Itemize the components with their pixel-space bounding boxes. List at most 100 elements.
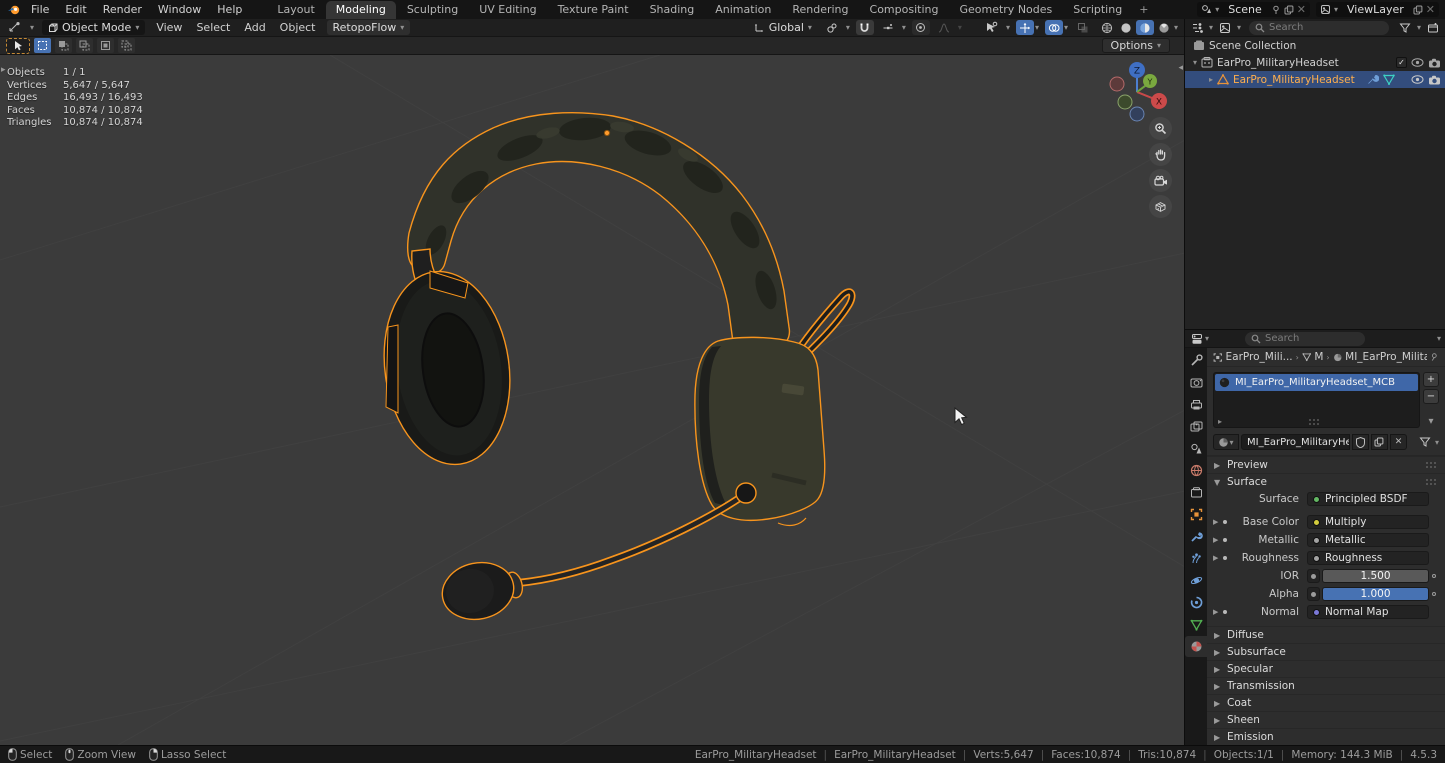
animate-decorator[interactable]	[1432, 592, 1436, 596]
tab-view-layer[interactable]	[1185, 416, 1207, 437]
pin-icon[interactable]	[1271, 5, 1281, 15]
overlays-toggle[interactable]	[1045, 20, 1063, 35]
hide-eye-icon[interactable]	[1411, 58, 1424, 67]
tab-object[interactable]	[1185, 504, 1207, 525]
toolbar-expand-arrow[interactable]: ▸	[1, 65, 6, 75]
disable-render-camera-icon[interactable]	[1428, 58, 1441, 68]
outliner-search[interactable]	[1249, 21, 1389, 35]
alpha-slider[interactable]: 1.000	[1322, 587, 1429, 601]
properties-search[interactable]	[1245, 332, 1365, 346]
tool-options-dropdown[interactable]: Options ▾	[1102, 38, 1170, 53]
display-mode-dropdown[interactable]	[1217, 20, 1233, 36]
slot-specials-dropdown[interactable]: ▾	[1423, 414, 1439, 429]
panel-transmission[interactable]: ▶Transmission	[1207, 677, 1445, 694]
panel-surface[interactable]: ▼ Surface	[1207, 473, 1445, 490]
tab-scene[interactable]	[1185, 438, 1207, 459]
snap-magnet-toggle[interactable]	[856, 20, 874, 35]
disable-render-camera-icon[interactable]	[1428, 75, 1441, 85]
outliner-row-collection[interactable]: ▾ EarPro_MilitaryHeadset ✓	[1185, 54, 1445, 71]
select-mode-set[interactable]	[34, 38, 51, 53]
tab-shading[interactable]: Shading	[640, 1, 705, 19]
panel-emission[interactable]: ▶Emission	[1207, 728, 1445, 745]
editor-type-selector[interactable]	[1189, 331, 1205, 347]
panel-subsurface[interactable]: ▶Subsurface	[1207, 643, 1445, 660]
tab-scripting[interactable]: Scripting	[1063, 1, 1132, 19]
material-slot-item[interactable]: MI_EarPro_MilitaryHeadset_MCB	[1215, 374, 1418, 391]
search-input[interactable]	[1265, 333, 1359, 344]
ior-slider[interactable]: 1.500	[1322, 569, 1429, 583]
tab-layout[interactable]: Layout	[267, 1, 324, 19]
list-resize-grip[interactable]	[1309, 419, 1321, 425]
menu-view[interactable]: View	[153, 21, 185, 34]
expand-icon[interactable]: ▶	[1213, 608, 1223, 616]
new-view-layer-icon[interactable]	[1413, 5, 1423, 15]
select-mode-subtract[interactable]	[76, 38, 93, 53]
editor-type-selector[interactable]	[6, 20, 22, 36]
new-collection-icon[interactable]	[1425, 20, 1441, 36]
tab-object-data[interactable]	[1185, 614, 1207, 635]
blender-logo-icon[interactable]	[6, 2, 22, 18]
new-material-copy-icon[interactable]	[1371, 434, 1388, 450]
tab-material[interactable]	[1185, 636, 1207, 657]
add-workspace-button[interactable]: +	[1133, 1, 1154, 19]
scene-selector[interactable]: ▾ Scene ✕	[1197, 2, 1310, 17]
orthographic-toggle-button[interactable]	[1149, 195, 1172, 218]
tab-geometry-nodes[interactable]: Geometry Nodes	[949, 1, 1062, 19]
shading-wireframe-button[interactable]	[1098, 20, 1116, 35]
show-object-types-dropdown[interactable]	[984, 20, 1000, 36]
select-mode-extend[interactable]	[55, 38, 72, 53]
add-material-slot-button[interactable]: +	[1423, 372, 1439, 387]
editor-type-selector[interactable]	[1189, 20, 1205, 36]
xray-toggle[interactable]	[1074, 20, 1092, 35]
snap-settings-dropdown[interactable]	[880, 20, 896, 36]
tab-output[interactable]	[1185, 394, 1207, 415]
tab-sculpting[interactable]: Sculpting	[397, 1, 468, 19]
panel-drag-grip[interactable]	[1426, 479, 1438, 485]
material-slot-list[interactable]: MI_EarPro_MilitaryHeadset_MCB ▸	[1213, 372, 1420, 428]
menu-edit[interactable]: Edit	[58, 2, 93, 17]
chevron-down-icon[interactable]: ▾	[1193, 58, 1197, 67]
expand-arrow-icon[interactable]: ▸	[1218, 417, 1222, 426]
tab-rendering[interactable]: Rendering	[782, 1, 858, 19]
menu-render[interactable]: Render	[96, 2, 149, 17]
pivot-point-dropdown[interactable]	[824, 20, 840, 36]
menu-window[interactable]: Window	[151, 2, 208, 17]
panel-diffuse[interactable]: ▶Diffuse	[1207, 626, 1445, 643]
pin-icon[interactable]	[1430, 352, 1439, 362]
panel-preview[interactable]: ▶ Preview	[1207, 456, 1445, 473]
menu-select[interactable]: Select	[193, 21, 233, 34]
select-mode-invert[interactable]	[97, 38, 114, 53]
expand-icon[interactable]: ▶	[1213, 536, 1223, 544]
search-input[interactable]	[1269, 22, 1383, 33]
sidebar-expand-arrow[interactable]: ◂	[1178, 63, 1183, 73]
shading-solid-button[interactable]	[1117, 20, 1135, 35]
tab-particles[interactable]	[1185, 548, 1207, 569]
outliner-row-headset-object[interactable]: ▸ EarPro_MilitaryHeadset	[1185, 71, 1445, 88]
retopoflow-menu[interactable]: RetopoFlow ▾	[327, 20, 411, 35]
tab-compositing[interactable]: Compositing	[860, 1, 949, 19]
new-scene-icon[interactable]	[1284, 5, 1294, 15]
options-dropdown-icon[interactable]: ▾	[1437, 334, 1441, 343]
normal-input[interactable]: Normal Map	[1307, 605, 1429, 619]
shader-selector[interactable]: Principled BSDF	[1307, 492, 1429, 506]
menu-help[interactable]: Help	[210, 2, 249, 17]
select-mode-intersect[interactable]	[118, 38, 135, 53]
menu-object[interactable]: Object	[277, 21, 319, 34]
material-name-field[interactable]: MI_EarPro_MilitaryHeadset_MCB	[1241, 434, 1350, 450]
shading-rendered-button[interactable]	[1155, 20, 1173, 35]
mode-dropdown[interactable]: Object Mode ▾	[42, 20, 145, 35]
pan-hand-button[interactable]	[1149, 143, 1172, 166]
tab-constraints[interactable]	[1185, 592, 1207, 613]
browse-material-dropdown[interactable]: ▾	[1213, 434, 1239, 450]
roughness-input[interactable]: Roughness	[1307, 551, 1429, 565]
menu-add[interactable]: Add	[241, 21, 268, 34]
panel-specular[interactable]: ▶Specular	[1207, 660, 1445, 677]
connect-socket-button[interactable]	[1307, 569, 1320, 583]
fake-user-shield-icon[interactable]	[1352, 434, 1369, 450]
panel-sheen[interactable]: ▶Sheen	[1207, 711, 1445, 728]
zoom-button[interactable]	[1149, 117, 1172, 140]
metallic-input[interactable]: Metallic	[1307, 533, 1429, 547]
shading-material-preview-button[interactable]	[1136, 20, 1154, 35]
tab-texture-paint[interactable]: Texture Paint	[548, 1, 639, 19]
menu-file[interactable]: File	[24, 2, 56, 17]
